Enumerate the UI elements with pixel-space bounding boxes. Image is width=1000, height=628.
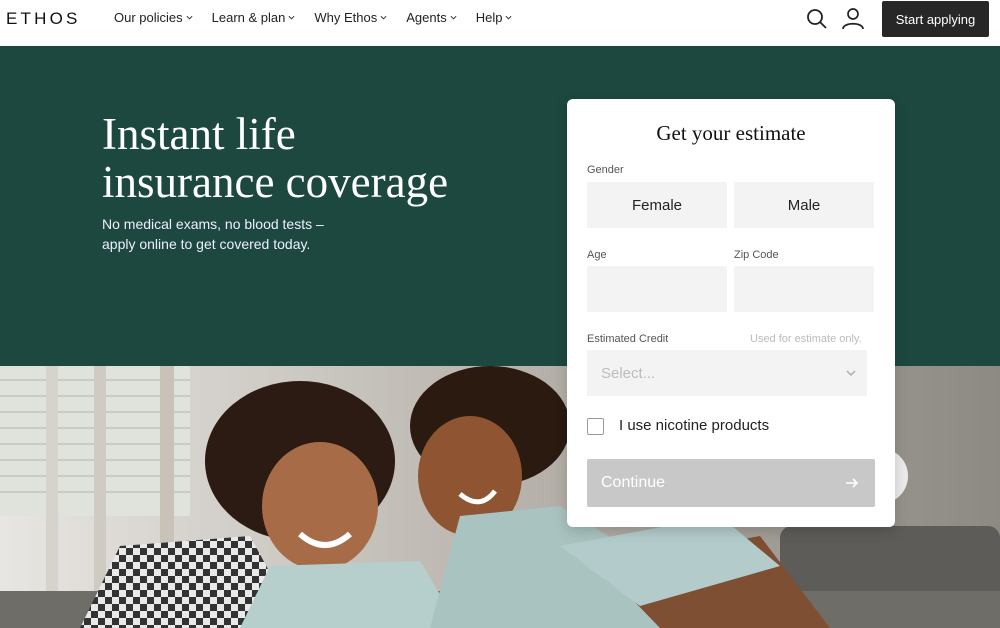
search-icon[interactable]	[806, 8, 828, 30]
gender-option-female[interactable]: Female	[587, 182, 727, 228]
ethos-logo[interactable]: ETHOS	[6, 9, 81, 29]
nicotine-label: I use nicotine products	[619, 417, 770, 434]
nav-item-help[interactable]: Help	[476, 10, 513, 25]
nav-item-agents[interactable]: Agents	[406, 10, 457, 25]
gender-label: Gender	[587, 164, 624, 176]
estimated-credit-hint: Used for estimate only.	[750, 333, 862, 345]
nav-links: Our policies Learn & plan Why Ethos Agen…	[114, 10, 531, 25]
chevron-down-icon	[380, 15, 387, 20]
nav-item-label: Our policies	[114, 10, 183, 25]
chevron-down-icon	[846, 370, 856, 376]
hero-subtitle-line: apply online to get covered today.	[102, 236, 311, 252]
age-input[interactable]	[587, 266, 727, 312]
estimate-card: Get your estimate Gender Female Male Age…	[567, 99, 895, 527]
zip-code-input[interactable]	[734, 266, 874, 312]
chevron-down-icon	[186, 15, 193, 20]
nav-item-our-policies[interactable]: Our policies	[114, 10, 193, 25]
hero-subtitle: No medical exams, no blood tests – apply…	[102, 214, 362, 254]
arrow-right-icon	[846, 478, 859, 488]
estimate-title: Get your estimate	[656, 121, 806, 145]
hero-title: Instant life insurance coverage	[102, 110, 522, 206]
age-label: Age	[587, 249, 607, 261]
user-icon[interactable]	[841, 6, 865, 30]
estimated-credit-label: Estimated Credit	[587, 333, 669, 345]
hero-title-line: Instant life	[102, 109, 296, 159]
nav-item-label: Learn & plan	[211, 10, 286, 25]
nicotine-checkbox[interactable]	[587, 418, 604, 435]
chevron-down-icon	[288, 15, 295, 20]
nav-item-label: Help	[475, 10, 503, 25]
gender-option-male[interactable]: Male	[734, 182, 874, 228]
estimated-credit-select[interactable]: Select...	[587, 350, 867, 396]
hero-title-line: insurance coverage	[102, 157, 449, 207]
hero-subtitle-line: No medical exams, no blood tests –	[102, 216, 324, 232]
zip-code-label: Zip Code	[734, 249, 779, 261]
nav-item-label: Why Ethos	[314, 10, 378, 25]
estimated-credit-select-value: Select...	[601, 364, 656, 382]
continue-label: Continue	[601, 474, 666, 491]
chevron-down-icon	[505, 15, 512, 20]
nav-item-why-ethos[interactable]: Why Ethos	[314, 10, 387, 25]
start-applying-button[interactable]: Start applying	[882, 1, 989, 37]
top-nav: ETHOS Our policies Learn & plan Why Etho…	[0, 0, 1000, 46]
nav-item-learn-plan[interactable]: Learn & plan	[212, 10, 296, 25]
chevron-down-icon	[450, 15, 457, 20]
continue-button[interactable]: Continue	[587, 459, 875, 507]
nav-item-label: Agents	[406, 10, 447, 25]
